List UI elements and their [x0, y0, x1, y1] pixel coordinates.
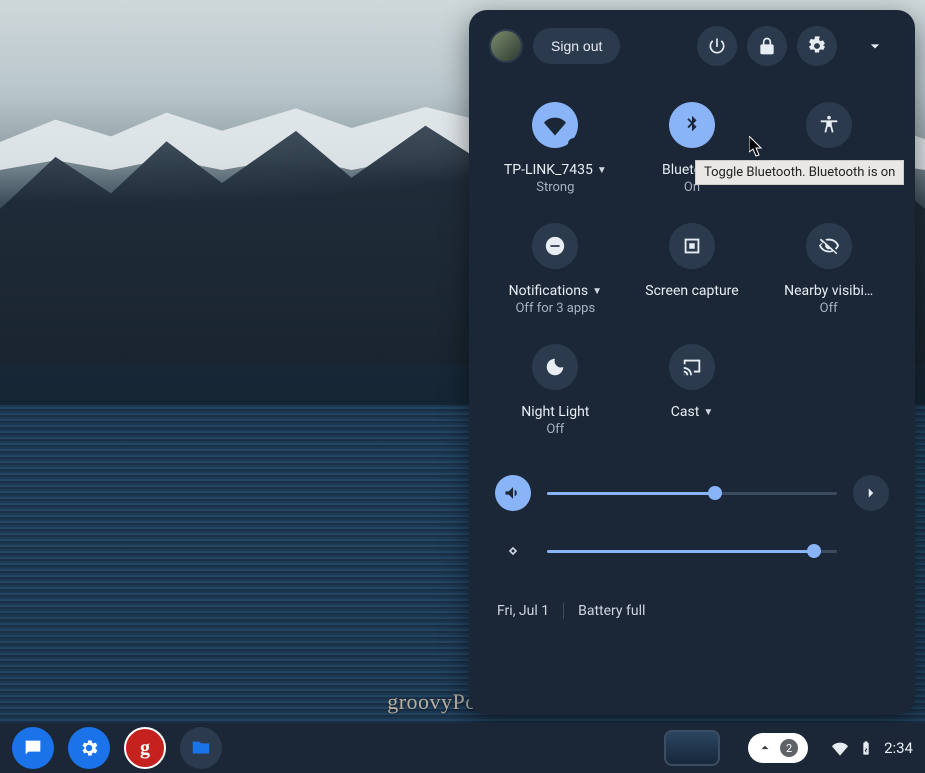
lock-button[interactable]	[747, 26, 787, 66]
status-pill[interactable]: 2	[748, 733, 808, 763]
messages-icon	[22, 737, 44, 759]
notifications-sub: Off for 3 apps	[515, 301, 595, 316]
bluetooth-tooltip: Toggle Bluetooth. Bluetooth is on	[695, 160, 904, 185]
nightlight-label: Night Light	[521, 404, 589, 420]
mouse-cursor	[749, 136, 765, 158]
avatar[interactable]	[489, 29, 523, 63]
nearby-label: Nearby visibi…	[784, 283, 873, 299]
wifi-toggle[interactable]	[532, 102, 578, 148]
nearby-sub: Off	[820, 301, 838, 316]
tile-notifications[interactable]: Notifications▼ Off for 3 apps	[487, 205, 624, 326]
caret-up-icon	[758, 741, 772, 755]
tile-nearby[interactable]: Nearby visibi… Off	[760, 205, 897, 326]
audio-settings-button[interactable]	[853, 475, 889, 511]
accessibility-toggle[interactable]	[806, 102, 852, 148]
notifications-toggle[interactable]	[532, 223, 578, 269]
tile-nightlight[interactable]: Night Light Off	[487, 326, 624, 447]
visibility-off-icon	[818, 235, 840, 257]
footer-divider	[563, 603, 564, 619]
nightlight-toggle[interactable]	[532, 344, 578, 390]
nightlight-sub: Off	[546, 422, 564, 437]
tile-cast[interactable]: Cast▼	[624, 326, 761, 447]
screencapture-label: Screen capture	[645, 283, 738, 299]
tile-wifi[interactable]: TP-LINK_7435▼ Strong	[487, 84, 624, 205]
cast-caret-icon: ▼	[703, 407, 713, 418]
power-icon	[707, 36, 727, 56]
taskbar: g 2 2:34	[0, 723, 925, 773]
collapse-button[interactable]	[855, 26, 895, 66]
gear-icon	[807, 36, 827, 56]
bluetooth-toggle[interactable]	[669, 102, 715, 148]
notif-count: 2	[780, 739, 798, 757]
tiles-grid: TP-LINK_7435▼ Strong Bluetooth On Access…	[483, 74, 901, 447]
taskbar-messages[interactable]	[12, 727, 54, 769]
volume-slider[interactable]	[547, 492, 837, 495]
wifi-lock-badge	[568, 138, 580, 150]
system-tray[interactable]: 2:34	[832, 739, 913, 757]
bluetooth-icon	[681, 114, 703, 136]
quick-settings-panel: Sign out TP-LINK_7435▼	[469, 10, 915, 715]
tile-accessibility[interactable]: Accessibility	[760, 84, 897, 205]
chevron-down-icon	[865, 36, 885, 56]
notifications-label: Notifications▼	[509, 283, 603, 299]
tile-screencapture[interactable]: Screen capture	[624, 205, 761, 326]
tile-bluetooth[interactable]: Bluetooth On	[624, 84, 761, 205]
lock-icon	[757, 36, 777, 56]
nightlight-icon	[544, 356, 566, 378]
cast-button[interactable]	[669, 344, 715, 390]
folder-icon	[190, 737, 212, 759]
power-button[interactable]	[697, 26, 737, 66]
tray-time: 2:34	[884, 739, 913, 757]
brightness-icon	[503, 541, 523, 561]
chevron-right-icon	[862, 484, 880, 502]
brightness-slider[interactable]	[547, 550, 837, 553]
cast-icon	[681, 356, 703, 378]
dnd-icon	[544, 235, 566, 257]
wifi-label: TP-LINK_7435▼	[504, 162, 607, 178]
taskbar-files[interactable]	[180, 727, 222, 769]
desktop: groovyPost.com Sign out	[0, 0, 925, 773]
wifi-icon	[544, 114, 566, 136]
screencapture-button[interactable]	[669, 223, 715, 269]
footer-date: Fri, Jul 1	[497, 603, 549, 619]
settings-button[interactable]	[797, 26, 837, 66]
accessibility-icon	[818, 114, 840, 136]
battery-tray-icon	[858, 740, 874, 756]
sliders-section	[483, 447, 901, 599]
notifications-caret-icon: ▼	[592, 286, 602, 297]
volume-icon-button[interactable]	[495, 475, 531, 511]
cast-label: Cast▼	[671, 404, 713, 420]
taskbar-desktop-preview[interactable]	[664, 730, 720, 766]
brightness-row	[495, 533, 889, 569]
taskbar-settings[interactable]	[68, 727, 110, 769]
taskbar-groovypost[interactable]: g	[124, 727, 166, 769]
screencapture-icon	[681, 235, 703, 257]
nearby-toggle[interactable]	[806, 223, 852, 269]
volume-row	[495, 475, 889, 511]
volume-icon	[503, 483, 523, 503]
footer-battery: Battery full	[578, 603, 645, 619]
wifi-tray-icon	[832, 740, 848, 756]
panel-header: Sign out	[483, 26, 901, 74]
sign-out-button[interactable]: Sign out	[533, 28, 620, 64]
panel-footer: Fri, Jul 1 Battery full	[483, 599, 901, 623]
brightness-icon-button[interactable]	[495, 533, 531, 569]
gear-icon	[78, 737, 100, 759]
wifi-sub: Strong	[536, 180, 574, 195]
wifi-caret-icon: ▼	[597, 165, 607, 176]
